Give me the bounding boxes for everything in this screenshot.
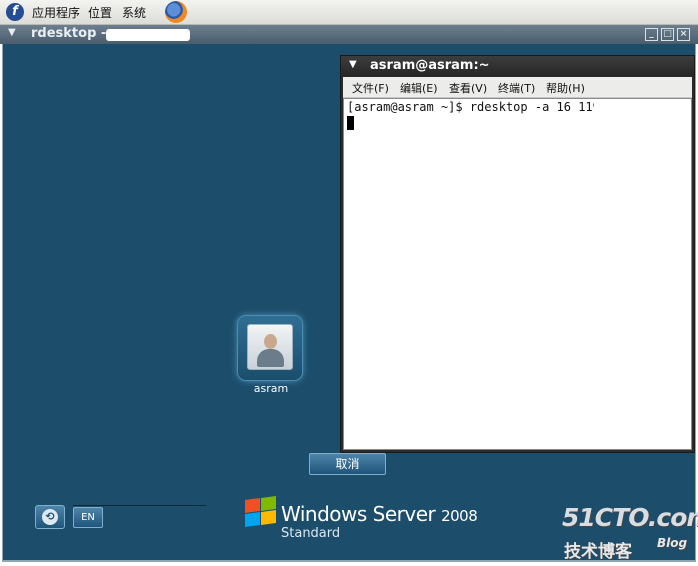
fedora-logo-icon[interactable]: f: [6, 3, 24, 21]
window-menu-chevron-icon[interactable]: ▼: [8, 27, 16, 38]
menu-terminal[interactable]: 终端(T): [498, 80, 535, 96]
close-button[interactable]: ×: [677, 28, 690, 41]
product-version: 2008: [441, 507, 478, 525]
redacted-ip: [594, 101, 642, 115]
text-cursor: [347, 116, 354, 130]
minimize-button[interactable]: _: [645, 28, 658, 41]
terminal-command-line: [asram@asram ~]$ rdesktop -a 16 119.: [347, 100, 608, 114]
terminal-menubar: 文件(F) 编辑(E) 查看(V) 终端(T) 帮助(H): [343, 77, 692, 98]
user-avatar-icon: [247, 324, 293, 370]
watermark-subtitle: 技术博客: [564, 542, 632, 562]
product-edition: Standard: [281, 526, 341, 541]
product-name: Windows Server 2008: [281, 502, 478, 526]
terminal-screen[interactable]: [asram@asram ~]$ rdesktop -a 16 119.: [343, 98, 692, 450]
menu-edit[interactable]: 编辑(E): [400, 80, 438, 96]
watermark-site: 51CTO.com: [562, 503, 698, 532]
user-name-label: asram: [253, 382, 289, 395]
windows-logo-icon: [243, 495, 277, 528]
rdesktop-titlebar[interactable]: ▼ rdesktop - _ □ ×: [0, 25, 698, 44]
divider: [73, 505, 206, 506]
menu-view[interactable]: 查看(V): [449, 80, 487, 96]
firefox-icon[interactable]: [165, 1, 187, 23]
menu-places[interactable]: 位置: [88, 4, 112, 21]
menu-applications[interactable]: 应用程序: [32, 4, 80, 21]
user-tile[interactable]: [238, 316, 302, 380]
terminal-window[interactable]: ▼ asram@asram:~ 文件(F) 编辑(E) 查看(V) 终端(T) …: [340, 55, 695, 453]
menu-file[interactable]: 文件(F): [352, 80, 389, 96]
accessibility-icon: ⟲: [42, 509, 58, 525]
maximize-button[interactable]: □: [661, 28, 674, 41]
window-title: rdesktop -: [31, 26, 107, 41]
terminal-titlebar[interactable]: ▼ asram@asram:~: [341, 56, 694, 76]
menu-system[interactable]: 系统: [122, 4, 146, 21]
redacted-host: [106, 29, 190, 41]
terminal-title: asram@asram:~: [370, 58, 490, 73]
top-panel: f 应用程序 位置 系统: [0, 0, 698, 25]
watermark-tag: Blog: [657, 536, 688, 550]
ease-of-access-button[interactable]: ⟲: [35, 505, 65, 529]
terminal-menu-chevron-icon[interactable]: ▼: [349, 59, 357, 70]
product-name-text: Windows Server: [281, 502, 436, 526]
language-button[interactable]: EN: [73, 507, 103, 528]
cancel-button[interactable]: 取消: [309, 453, 386, 475]
menu-help[interactable]: 帮助(H): [546, 80, 585, 96]
